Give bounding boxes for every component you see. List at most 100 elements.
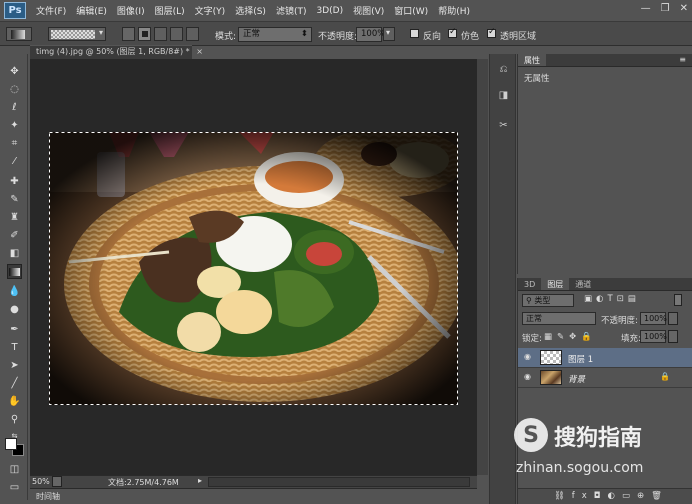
minimize-icon[interactable]: — xyxy=(641,3,651,14)
linear-gradient-button[interactable] xyxy=(122,27,135,41)
tab-channels[interactable]: 通道 xyxy=(569,278,597,290)
brush-tool-icon[interactable]: ✎ xyxy=(7,192,22,207)
tab-3d[interactable]: 3D xyxy=(518,278,541,290)
layer-thumbnail xyxy=(540,370,562,385)
radial-gradient-button[interactable] xyxy=(138,27,151,41)
zoom-tool-icon[interactable]: ⚲ xyxy=(7,412,22,427)
gradient-tool-icon[interactable] xyxy=(7,264,22,279)
fill-input[interactable]: 100% xyxy=(640,330,667,343)
menu-select[interactable]: 选择(S) xyxy=(235,4,266,17)
transparency-checkbox[interactable] xyxy=(487,27,496,38)
restore-icon[interactable]: ❐ xyxy=(661,3,670,14)
chevron-down-icon: ⬍ xyxy=(300,29,308,39)
layer-action-icons[interactable]: ⛓fx◘◐▭⊕🗑 xyxy=(554,491,669,501)
mode-select[interactable]: 正常 ⬍ xyxy=(238,27,312,42)
layer-opacity-input[interactable]: 100% xyxy=(640,312,667,325)
fill-dropdown[interactable] xyxy=(668,330,678,343)
lasso-tool-icon[interactable]: ℓ xyxy=(7,100,22,115)
healing-brush-tool-icon[interactable]: ✚ xyxy=(7,174,22,189)
layers-footer: ⛓fx◘◐▭⊕🗑 xyxy=(518,488,692,504)
lock-icons[interactable]: ▦✎✥🔒 xyxy=(544,332,597,342)
reverse-label: 反向 xyxy=(423,32,442,42)
layer-filter-select[interactable]: ⚲ 类型 xyxy=(522,294,574,307)
menu-image[interactable]: 图像(I) xyxy=(117,4,145,17)
tool-preset-picker[interactable] xyxy=(6,27,32,41)
close-icon[interactable]: ✕ xyxy=(680,3,688,14)
layer-row[interactable]: ◉ 图层 1 xyxy=(518,348,692,368)
properties-panel: 属性 无属性 ≡ xyxy=(517,54,692,274)
vertical-scrollbar[interactable] xyxy=(477,59,488,475)
opacity-dropdown[interactable]: ▾ xyxy=(383,27,395,41)
gradient-picker[interactable]: ▾ xyxy=(48,27,106,41)
reflected-gradient-button[interactable] xyxy=(170,27,183,41)
reverse-checkbox[interactable] xyxy=(410,29,419,38)
opacity-input[interactable]: 100% xyxy=(356,27,385,42)
canvas-image[interactable] xyxy=(49,132,458,405)
crop-tool-icon[interactable]: ⌗ xyxy=(7,136,22,151)
type-tool-icon[interactable]: T xyxy=(7,340,22,355)
visibility-eye-icon[interactable]: ◉ xyxy=(524,353,534,361)
layer-filter-icons[interactable]: ▣◐T⊡▤ xyxy=(584,294,640,304)
menu-edit[interactable]: 编辑(E) xyxy=(76,4,107,17)
horizontal-scrollbar[interactable] xyxy=(208,477,470,487)
chevron-down-icon: ▾ xyxy=(98,28,103,37)
blur-tool-icon[interactable]: 💧 xyxy=(7,284,22,299)
move-tool-icon[interactable]: ✥ xyxy=(7,64,22,79)
path-selection-tool-icon[interactable]: ➤ xyxy=(7,358,22,373)
visibility-eye-icon[interactable]: ◉ xyxy=(524,373,534,381)
clone-stamp-tool-icon[interactable]: ♜ xyxy=(7,210,22,225)
marquee-tool-icon[interactable]: ◌ xyxy=(7,82,22,97)
opacity-label: 不透明度: xyxy=(318,32,358,42)
panel-menu-icon[interactable]: ≡ xyxy=(679,55,686,64)
angle-gradient-button[interactable] xyxy=(154,27,167,41)
tool-settings-icon[interactable]: ✂ xyxy=(496,118,511,133)
menu-file[interactable]: 文件(F) xyxy=(36,4,66,17)
status-menu-arrow-icon[interactable]: ▸ xyxy=(198,476,202,485)
status-options-icon[interactable] xyxy=(52,476,62,487)
timeline-bar[interactable]: 时间轴 xyxy=(30,488,477,502)
eyedropper-tool-icon[interactable]: ⁄ xyxy=(7,154,22,169)
layer-filter-value: 类型 xyxy=(534,296,551,305)
layer-name[interactable]: 图层 1 xyxy=(568,353,593,365)
panel-dock: ⎌ ◨ ✂ xyxy=(489,54,516,504)
tab-layers[interactable]: 图层 xyxy=(541,278,570,290)
filter-toggle[interactable] xyxy=(674,294,682,306)
close-tab-icon[interactable]: × xyxy=(196,47,203,56)
menu-3d[interactable]: 3D(D) xyxy=(316,6,343,16)
tab-properties[interactable]: 属性 xyxy=(518,54,546,66)
chevron-down-icon: ▾ xyxy=(386,28,391,37)
layer-name[interactable]: 背景 xyxy=(568,373,585,385)
hand-tool-icon[interactable]: ✋ xyxy=(7,394,22,409)
menu-filter[interactable]: 滤镜(T) xyxy=(276,4,307,17)
menu-window[interactable]: 窗口(W) xyxy=(394,4,428,17)
menu-type[interactable]: 文字(Y) xyxy=(195,4,226,17)
history-icon[interactable]: ⎌ xyxy=(496,62,511,77)
status-bar: 50% 文档:2.75M/4.76M ▸ xyxy=(30,475,477,488)
history-brush-tool-icon[interactable]: ✐ xyxy=(7,228,22,243)
eraser-tool-icon[interactable]: ◧ xyxy=(7,246,22,261)
menu-help[interactable]: 帮助(H) xyxy=(438,4,470,17)
pen-tool-icon[interactable]: ✒ xyxy=(7,322,22,337)
menu-layer[interactable]: 图层(L) xyxy=(155,4,185,17)
options-bar: ▾ 模式: 正常 ⬍ 不透明度: 100% ▾ 反向 仿色 透明区域 xyxy=(0,21,692,46)
quick-mask-icon[interactable]: ◫ xyxy=(7,462,22,477)
line-tool-icon[interactable]: ╱ xyxy=(7,376,22,391)
dither-checkbox[interactable] xyxy=(448,27,457,38)
zoom-level[interactable]: 50% xyxy=(32,477,50,486)
screen-mode-icon[interactable]: ▭ xyxy=(7,480,22,495)
mode-label: 模式: xyxy=(215,32,237,42)
document-tab[interactable]: timg (4).jpg @ 50% (图层 1, RGB/8#) * × xyxy=(30,45,203,59)
timeline-label[interactable]: 时间轴 xyxy=(36,491,60,502)
magic-wand-tool-icon[interactable]: ✦ xyxy=(7,118,22,133)
blend-mode-value: 正常 xyxy=(526,314,542,323)
blend-mode-select[interactable]: 正常 xyxy=(522,312,596,325)
layer-opacity-dropdown[interactable] xyxy=(668,312,678,325)
foreground-color-swatch[interactable] xyxy=(5,438,17,450)
layer-thumbnail xyxy=(540,350,562,365)
properties-icon[interactable]: ◨ xyxy=(496,88,511,103)
diamond-gradient-button[interactable] xyxy=(186,27,199,41)
menu-view[interactable]: 视图(V) xyxy=(353,4,384,17)
dodge-tool-icon[interactable]: ● xyxy=(7,302,22,317)
transparency-label: 透明区域 xyxy=(500,32,537,42)
layer-row[interactable]: ◉ 背景 🔒 xyxy=(518,368,692,388)
